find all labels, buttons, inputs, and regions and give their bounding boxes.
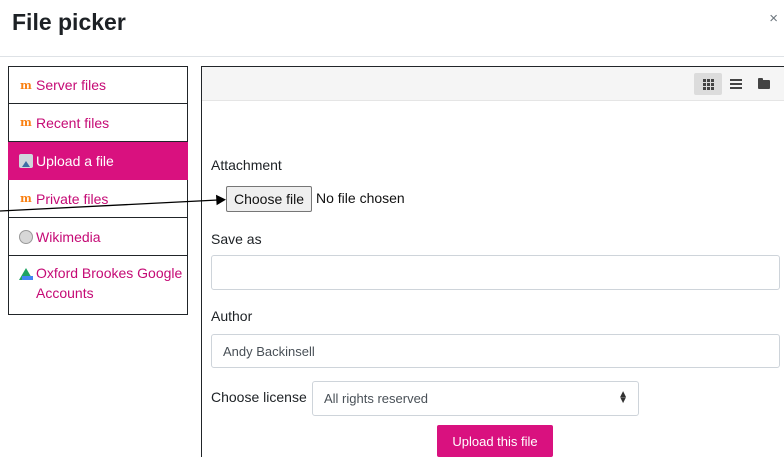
folder-view-icon bbox=[758, 77, 770, 89]
moodle-icon: m bbox=[20, 78, 32, 92]
grid-view-icon bbox=[702, 78, 714, 90]
upload-icon bbox=[19, 153, 33, 168]
author-input[interactable]: Andy Backinsell bbox=[211, 334, 780, 368]
google-drive-icon bbox=[19, 266, 33, 280]
sidebar-item-label: Server files bbox=[36, 77, 107, 93]
sidebar-item-recent-files[interactable]: m Recent files bbox=[8, 104, 188, 142]
upload-file-button[interactable]: Upload this file bbox=[437, 425, 553, 457]
dialog-header: File picker × bbox=[0, 0, 784, 57]
view-toolbar bbox=[202, 67, 784, 101]
author-label: Author bbox=[211, 308, 253, 324]
select-caret-icon: ▲ ▼ bbox=[618, 389, 628, 406]
list-view-icon bbox=[730, 79, 742, 89]
sidebar-item-wikimedia[interactable]: Wikimedia bbox=[8, 218, 188, 256]
grid-view-button[interactable] bbox=[694, 73, 722, 95]
moodle-icon: m bbox=[20, 192, 32, 205]
panel-divider bbox=[201, 66, 202, 457]
view-switcher bbox=[694, 73, 778, 95]
dialog-title: File picker bbox=[12, 9, 126, 35]
close-icon[interactable]: × bbox=[769, 10, 778, 27]
list-view-button[interactable] bbox=[722, 73, 750, 95]
sidebar-item-label: Wikimedia bbox=[36, 228, 101, 245]
sidebar-item-label: Upload a file bbox=[36, 152, 114, 169]
sidebar-item-upload-a-file[interactable]: Upload a file bbox=[8, 142, 188, 180]
license-selected-value: All rights reserved bbox=[324, 391, 429, 406]
file-status-text: No file chosen bbox=[316, 190, 405, 206]
folder-view-button[interactable] bbox=[750, 73, 778, 95]
sidebar-item-label: Oxford Brookes Google Accounts bbox=[36, 265, 183, 301]
sidebar-item-label: Recent files bbox=[36, 114, 110, 131]
sidebar-item-label: Private files bbox=[36, 190, 109, 207]
repository-sidebar: m Server files m Recent files Upload a f… bbox=[8, 66, 188, 315]
wikimedia-icon bbox=[19, 229, 33, 244]
sidebar-item-private-files[interactable]: m Private files bbox=[8, 180, 188, 218]
attachment-label: Attachment bbox=[211, 157, 282, 173]
save-as-label: Save as bbox=[211, 231, 262, 247]
sidebar-item-google-accounts[interactable]: Oxford Brookes Google Accounts bbox=[8, 256, 188, 315]
save-as-input[interactable] bbox=[211, 255, 780, 290]
choose-file-button[interactable]: Choose file bbox=[226, 186, 312, 212]
license-select[interactable]: All rights reserved ▲ ▼ bbox=[312, 381, 639, 416]
sidebar-item-server-files[interactable]: m Server files bbox=[8, 66, 188, 104]
license-label: Choose license bbox=[211, 389, 307, 405]
moodle-icon: m bbox=[20, 116, 32, 129]
